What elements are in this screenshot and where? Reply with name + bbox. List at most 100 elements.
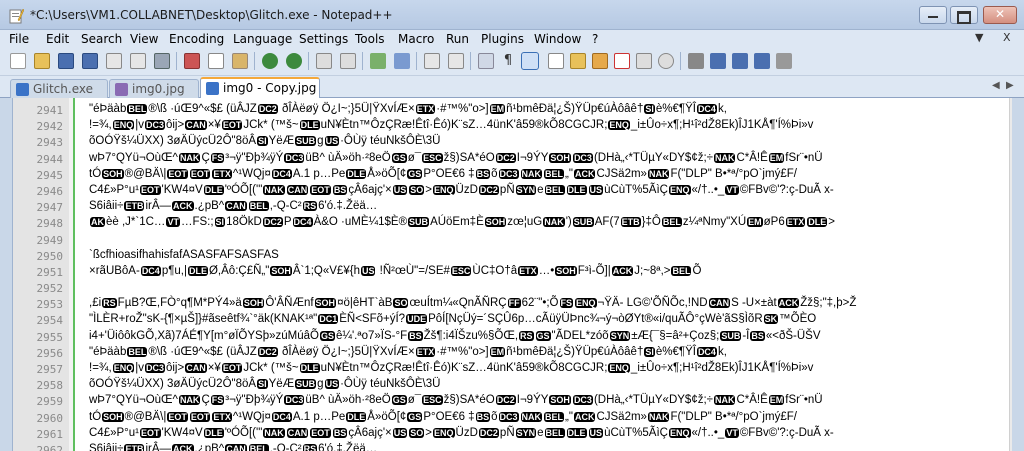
line-text[interactable]: C4£»P°u¹ EOT 'KW4¤V DLE'ºÓÕ[('" NAK CAN EOT BS ç… <box>89 184 834 196</box>
line-text[interactable]: !=¾, ENQ |v DC3 ôij> CAN ×¥ EOT JCk* (™š~ DLE uN¥È… <box>89 362 813 374</box>
indent-guide-icon[interactable] <box>521 52 539 70</box>
sync-horizontal-icon[interactable] <box>448 53 464 69</box>
document-map-icon[interactable] <box>570 53 586 69</box>
save-all-icon[interactable] <box>82 53 98 69</box>
zoom-out-icon[interactable] <box>394 53 410 69</box>
line-text[interactable]: "éÞäàb BEL ®\ß ·úŒ9^«$£ (üÂJZ DC2 ðÎÀëøÿ Ö¿… <box>89 103 727 115</box>
editor-line[interactable]: 2943 õOÓŸš¼ÜXX) 3øÄÜýcÜ2Ô"8öÂ SI YëÆ SUB g US ·… <box>13 135 997 151</box>
menu-search[interactable]: Search <box>81 32 122 46</box>
editor-line[interactable]: 2949 <box>13 233 997 249</box>
user-defined-language-icon[interactable] <box>548 53 564 69</box>
show-all-characters-icon[interactable]: ¶ <box>500 53 516 69</box>
editor-line[interactable]: 2950 `ßcfhioasifhahisfafASASFAFSASFAS <box>13 249 997 265</box>
editor-line[interactable]: 2945 tÓ SOH ®@BÄ\| EOT EOT ETX ^¹WQj¤ DC4 A.1 p…P… <box>13 168 997 184</box>
paste-icon[interactable] <box>232 53 248 69</box>
maximize-button[interactable] <box>950 6 978 24</box>
editor-line[interactable]: 2953 ,£i RS FµB?Œ,FÒ°q¶M*PÝ4»ä SOH Ô'ÂÑÆnf SOH… <box>13 297 997 313</box>
menu-file[interactable]: File <box>9 32 29 46</box>
line-text[interactable]: `ßcfhioasifhahisfafASASFAFSASFAS <box>89 249 279 261</box>
new-file-icon[interactable] <box>10 53 26 69</box>
tab-scroll-right-icon[interactable]: ▶ <box>1006 80 1014 91</box>
menu-encoding[interactable]: Encoding <box>169 32 224 46</box>
toolbar-more-icon[interactable] <box>776 53 792 69</box>
sync-vertical-icon[interactable] <box>424 53 440 69</box>
line-text[interactable]: i4+'ÜiôôkGÕ,Xã)7ÁÉ¶Y[m°øÏÕYSþ»zúMúâÕ GS ê¼… <box>89 330 821 342</box>
tab-scroll-left-icon[interactable]: ◀ <box>992 80 1000 91</box>
save-macro-icon[interactable] <box>754 53 770 69</box>
text-lines[interactable]: 2941 "éÞäàb BEL ®\ß ·úŒ9^«$£ (üÂJZ DC2 ðÎÀëø… <box>13 103 997 451</box>
editor-line[interactable]: 2942 !=¾, ENQ |v DC3 ôij> CAN ×¥ EOT JCk* (™š~ DLE… <box>13 119 997 135</box>
menu-settings[interactable]: Settings <box>299 32 348 46</box>
line-text[interactable]: wÞ7°QYü¬OùŒ^ NAK Ç FS ³¬ÿ"Ðþ¾ÿÝ DC3 üB^ ùÄ»öh·… <box>89 152 823 164</box>
close-all-icon[interactable] <box>130 53 146 69</box>
editor-line[interactable]: 2962 S6iâii÷ ETB irÂ— ACK .¿pB^ CAN BEL ,-Q-C² RS… <box>13 443 997 451</box>
playback-macro-icon[interactable] <box>710 53 726 69</box>
line-text[interactable]: ,£i RS FµB?Œ,FÒ°q¶M*PÝ4»ä SOH Ô'ÂÑÆnf SOH ¤ö|ê… <box>89 297 856 309</box>
menu-tools[interactable]: Tools <box>355 32 385 46</box>
editor-line[interactable]: 2948 AK èè ,J*`1C… VT …FS:; SI 18ÖkD DC2 P DC4 À&O… <box>13 216 997 232</box>
editor-line[interactable]: 2959 wÞ7°QYü¬OùŒ^ NAK Ç FS ³¬ÿ"Ðþ¾ÿÝ DC3 üB^ ùÄ… <box>13 394 997 410</box>
editor-line[interactable]: 2961 C4£»P°u¹ EOT 'KW4¤V DLE'ºÓÕ[('" NAK CAN EO… <box>13 427 997 443</box>
line-text[interactable]: tÓ SOH ®@BÄ\| EOT EOT ETX ^¹WQj¤ DC4 A.1 p…Pe DLE… <box>89 411 797 423</box>
editor-line[interactable]: 2947 S6iâii÷ ETB irÂ— ACK .¿pB^ CAN BEL ,-Q-C² RS… <box>13 200 997 216</box>
editor-line[interactable]: 2954 "ÌLÈR+roŽ"sK-{¶×µŠ]}#ãseêtf¾`°äk(KNA… <box>13 313 997 329</box>
menu-run[interactable]: Run <box>446 32 469 46</box>
undo-icon[interactable] <box>262 53 278 69</box>
line-text[interactable]: S6iâii÷ ETB irÂ— ACK .¿pB^ CAN BEL ,-Q-C² RS 6'ó.… <box>89 200 377 212</box>
editor-line[interactable]: 2960 tÓ SOH ®@BÄ\| EOT EOT ETX ^¹WQj¤ DC4 A.1 p…P… <box>13 411 997 427</box>
minimize-button[interactable] <box>919 6 947 24</box>
close-file-icon[interactable] <box>106 53 122 69</box>
line-text[interactable]: ×rãUBôA- DC4 p¶u,| DLE Ø,Âô:Ç£Ñ„" SOH Â`1;Q«V£… <box>89 265 701 277</box>
menu-help[interactable]: ? <box>592 32 598 46</box>
editor-line[interactable]: 2957 !=¾, ENQ |v DC3 ôij> CAN ×¥ EOT JCk* (™š~ DLE… <box>13 362 997 378</box>
editor-pane[interactable]: 2941 "éÞäàb BEL ®\ß ·úŒ9^«$£ (üÂJZ DC2 ðÎÀëø… <box>12 98 1012 451</box>
function-list-icon[interactable] <box>592 53 608 69</box>
word-wrap-icon[interactable] <box>478 53 494 69</box>
save-icon[interactable] <box>58 53 74 69</box>
line-text[interactable]: AK èè ,J*`1C… VT …FS:; SI 18ÖkD DC2 P DC4 À&O ·uM… <box>89 216 835 228</box>
close-button[interactable]: ✕ <box>983 6 1017 24</box>
menu-plugins[interactable]: Plugins <box>481 32 524 46</box>
editor-line[interactable]: 2952 <box>13 281 997 297</box>
menu-window[interactable]: Window <box>534 32 581 46</box>
collapse-menu-icon[interactable]: ▼ <box>975 31 983 44</box>
line-text[interactable]: wÞ7°QYü¬OùŒ^ NAK Ç FS ³¬ÿ"Ðþ¾ÿÝ DC3 üB^ ùÄ»öh·… <box>89 394 823 406</box>
menu-macro[interactable]: Macro <box>398 32 434 46</box>
line-text[interactable]: C4£»P°u¹ EOT 'KW4¤V DLE'ºÓÕ[('" NAK CAN EOT BS ç… <box>89 427 834 439</box>
editor-line[interactable]: 2958 õOÓŸš¼ÜXX) 3øÄÜýcÜ2Ô"8öÂ SI YëÆ SUB g US ·… <box>13 378 997 394</box>
open-file-icon[interactable] <box>34 53 50 69</box>
line-text[interactable]: õOÓŸš¼ÜXX) 3øÄÜýcÜ2Ô"8öÂ SI YëÆ SUB g US ·ÔÙÿ … <box>89 135 440 147</box>
editor-line[interactable]: 2941 "éÞäàb BEL ®\ß ·úŒ9^«$£ (üÂJZ DC2 ðÎÀëø… <box>13 103 997 119</box>
line-text[interactable]: "éÞäàb BEL ®\ß ·úŒ9^«$£ (üÂJZ DC2 ðÎÀëøÿ Ö¿… <box>89 346 727 358</box>
tab-glitch-exe[interactable]: Glitch.exe <box>10 79 108 98</box>
copy-icon[interactable] <box>208 53 224 69</box>
record-macro-icon[interactable] <box>658 53 674 69</box>
editor-line[interactable]: 2944 wÞ7°QYü¬OùŒ^ NAK Ç FS ³¬ÿ"Ðþ¾ÿÝ DC3 üB^ ùÄ… <box>13 152 997 168</box>
redo-icon[interactable] <box>286 53 302 69</box>
stop-recording-icon[interactable] <box>688 53 704 69</box>
folder-as-workspace-icon[interactable] <box>614 53 630 69</box>
menu-language[interactable]: Language <box>233 32 292 46</box>
editor-line[interactable]: 2951 ×rãUBôA- DC4 p¶u,| DLE Ø,Âô:Ç£Ñ„" SOH Â`1;… <box>13 265 997 281</box>
print-icon[interactable] <box>154 53 170 69</box>
line-text[interactable]: õOÓŸš¼ÜXX) 3øÄÜýcÜ2Ô"8öÂ SI YëÆ SUB g US ·ÔÙÿ … <box>89 378 440 390</box>
find-icon[interactable] <box>316 53 332 69</box>
tab-img0-copy-jpg[interactable]: img0 - Copy.jpg <box>200 77 320 98</box>
menu-view[interactable]: View <box>130 32 158 46</box>
close-document-icon[interactable]: X <box>1003 31 1011 44</box>
menu-edit[interactable]: Edit <box>46 32 69 46</box>
line-text[interactable]: tÓ SOH ®@BÄ\| EOT EOT ETX ^¹WQj¤ DC4 A.1 p…Pe DLE… <box>89 168 797 180</box>
replace-icon[interactable] <box>340 53 356 69</box>
line-text[interactable]: !=¾, ENQ |v DC3 ôij> CAN ×¥ EOT JCk* (™š~ DLE uN¥È… <box>89 119 813 131</box>
line-text[interactable]: "ÌLÈR+roŽ"sK-{¶×µŠ]}#ãseêtf¾`°äk(KNAK¹ª"… <box>89 313 816 325</box>
run-macro-multiple-icon[interactable] <box>732 53 748 69</box>
line-text[interactable]: S6iâii÷ ETB irÂ— ACK .¿pB^ CAN BEL ,-Q-C² RS 6'ó.… <box>89 443 377 451</box>
editor-line[interactable]: 2955 i4+'ÜiôôkGÕ,Xã)7ÁÉ¶Y[m°øÏÕYSþ»zúMúâÕ… <box>13 330 997 346</box>
editor-line[interactable]: 2946 C4£»P°u¹ EOT 'KW4¤V DLE'ºÓÕ[('" NAK CAN EO… <box>13 184 997 200</box>
tab-img0-jpg[interactable]: img0.jpg <box>109 79 199 98</box>
monitoring-icon[interactable] <box>636 53 652 69</box>
zoom-in-icon[interactable] <box>370 53 386 69</box>
cut-icon[interactable] <box>184 53 200 69</box>
editor-line[interactable]: 2956 "éÞäàb BEL ®\ß ·úŒ9^«$£ (üÂJZ DC2 ðÎÀëø… <box>13 346 997 362</box>
vertical-scrollbar[interactable]: ▲ ▼ <box>1009 98 1012 451</box>
